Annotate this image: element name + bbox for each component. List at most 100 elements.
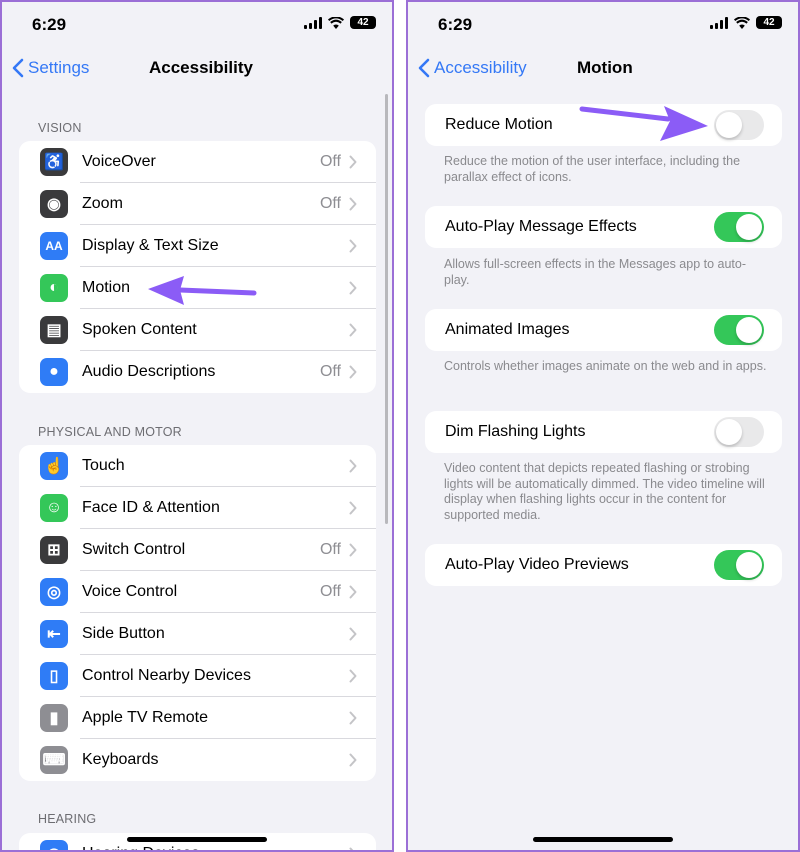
chevron-right-icon [349, 669, 357, 683]
settings-row-label: Hearing Devices [82, 845, 199, 850]
settings-row-value: Off [319, 583, 341, 600]
settings-row[interactable]: ☺ Face ID & Attention [19, 487, 376, 529]
chevron-right-icon [349, 155, 357, 169]
scrollbar[interactable] [385, 94, 388, 524]
motion-setting-row: Dim Flashing Lights [425, 411, 782, 453]
keyboard-icon: ⌨ [40, 746, 68, 774]
motion-icon: ◐ [40, 274, 68, 302]
settings-row[interactable]: ◐ Motion [19, 267, 376, 309]
section-header: VISION [38, 121, 82, 135]
toggle-switch[interactable] [714, 550, 764, 580]
settings-row-value: Off [319, 153, 341, 170]
motion-setting-footer: Video content that depicts repeated flas… [444, 461, 765, 522]
settings-row-label: Control Nearby Devices [82, 667, 251, 684]
motion-setting-label: Reduce Motion [445, 116, 553, 133]
settings-row[interactable]: ▮ Apple TV Remote [19, 697, 376, 739]
settings-row[interactable]: ◎ Voice Control Off [19, 571, 376, 613]
motion-screen: 6:29 42 Accessibility Motion Reduce Moti… [406, 0, 800, 852]
motion-setting-label: Auto-Play Message Effects [445, 218, 637, 235]
toggle-switch[interactable] [714, 110, 764, 140]
chevron-right-icon [349, 627, 357, 641]
settings-row[interactable]: ● Audio Descriptions Off [19, 351, 376, 393]
battery-icon: 42 [756, 16, 782, 29]
motion-setting-row: Reduce Motion [425, 104, 782, 146]
status-time: 6:29 [32, 15, 67, 34]
home-indicator[interactable] [127, 837, 267, 842]
toggle-switch[interactable] [714, 315, 764, 345]
back-button[interactable]: Accessibility [418, 58, 527, 78]
settings-row-label: Face ID & Attention [82, 499, 220, 516]
chevron-right-icon [349, 239, 357, 253]
motion-setting-footer: Controls whether images animate on the w… [444, 359, 767, 373]
side-button-icon: ⇤ [40, 620, 68, 648]
toggle-switch[interactable] [714, 212, 764, 242]
settings-row-value: Off [319, 195, 341, 212]
nav-bar: Accessibility Motion [408, 50, 798, 88]
settings-row-label: Zoom [82, 195, 123, 212]
settings-row[interactable]: ⌨ Keyboards [19, 739, 376, 781]
settings-row-label: Voice Control [82, 583, 178, 600]
settings-row[interactable]: ⇤ Side Button [19, 613, 376, 655]
settings-row-label: Keyboards [82, 751, 159, 768]
chevron-right-icon [349, 197, 357, 211]
settings-row-label: Switch Control [82, 541, 186, 558]
voiceover-icon: ♿ [40, 148, 68, 176]
settings-row-value: Off [319, 363, 341, 380]
nearby-devices-icon: ▯ [40, 662, 68, 690]
settings-row[interactable]: ◉ Zoom Off [19, 183, 376, 225]
back-label: Accessibility [434, 58, 527, 77]
status-bar: 6:29 42 [408, 2, 798, 46]
settings-row[interactable]: ▤ Spoken Content [19, 309, 376, 351]
settings-row[interactable]: AA Display & Text Size [19, 225, 376, 267]
settings-row-label: VoiceOver [82, 153, 156, 170]
switch-control-icon: ⊞ [40, 536, 68, 564]
cellular-signal-icon [710, 16, 728, 29]
section-header: PHYSICAL AND MOTOR [38, 425, 182, 439]
chevron-right-icon [349, 459, 357, 473]
page-title: Accessibility [149, 58, 253, 77]
settings-row-label: Side Button [82, 625, 165, 642]
settings-group-physical-motor: ☝ Touch ☺ Face ID & Attention ⊞ Switch Contro… [19, 445, 376, 781]
settings-row[interactable]: ♿ VoiceOver Off [19, 141, 376, 183]
back-label: Settings [28, 58, 90, 77]
nav-bar: Settings Accessibility [2, 50, 392, 88]
wifi-icon [734, 16, 750, 29]
settings-row[interactable]: ⊞ Switch Control Off [19, 529, 376, 571]
motion-setting-label: Dim Flashing Lights [445, 423, 586, 440]
settings-row-label: Spoken Content [82, 321, 197, 338]
settings-row-value: Off [319, 541, 341, 558]
voice-control-icon: ◎ [40, 578, 68, 606]
audio-descriptions-icon: ● [40, 358, 68, 386]
page-title: Motion [577, 58, 633, 77]
home-indicator[interactable] [533, 837, 673, 842]
hearing-devices-icon: ◎ [40, 840, 68, 850]
chevron-right-icon [349, 753, 357, 767]
accessibility-screen: 6:29 42 Settings Accessibility VISION ♿ V… [0, 0, 394, 852]
settings-group-vision: ♿ VoiceOver Off ◉ Zoom Off AA Display & Text Si… [19, 141, 376, 393]
settings-row[interactable]: ◎ Hearing Devices [19, 833, 376, 850]
chevron-right-icon [349, 281, 357, 295]
cellular-signal-icon [304, 16, 322, 29]
status-time: 6:29 [438, 15, 473, 34]
back-button[interactable]: Settings [12, 58, 89, 78]
touch-icon: ☝ [40, 452, 68, 480]
settings-row-label: Display & Text Size [82, 237, 219, 254]
toggle-switch[interactable] [714, 417, 764, 447]
motion-setting-footer: Allows full-screen effects in the Messag… [444, 257, 747, 287]
settings-row[interactable]: ▯ Control Nearby Devices [19, 655, 376, 697]
zoom-icon: ◉ [40, 190, 68, 218]
motion-setting-row: Auto-Play Video Previews [425, 544, 782, 586]
chevron-left-icon [418, 58, 430, 78]
chevron-right-icon [349, 585, 357, 599]
face-id-icon: ☺ [40, 494, 68, 522]
spoken-content-icon: ▤ [40, 316, 68, 344]
chevron-left-icon [12, 58, 24, 78]
settings-group-hearing: ◎ Hearing Devices [19, 833, 376, 850]
status-bar: 6:29 42 [2, 2, 392, 46]
settings-row-label: Audio Descriptions [82, 363, 216, 380]
settings-row[interactable]: ☝ Touch [19, 445, 376, 487]
settings-row-label: Apple TV Remote [82, 709, 208, 726]
section-header: HEARING [38, 812, 97, 826]
motion-setting-footer: Reduce the motion of the user interface,… [444, 154, 741, 184]
motion-setting-label: Auto-Play Video Previews [445, 556, 629, 573]
